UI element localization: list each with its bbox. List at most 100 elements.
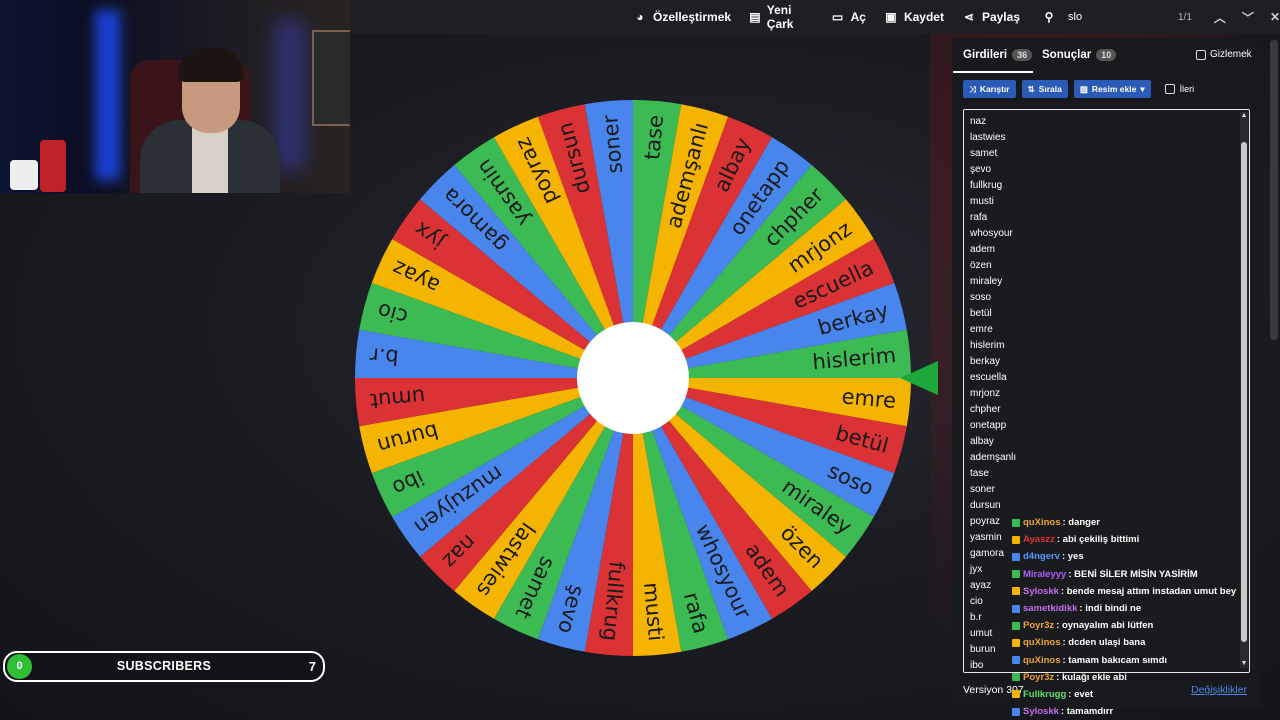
new-wheel-label: Yeni Çark <box>766 3 794 31</box>
chat-message: quXinos: dcden ulaşi bana <box>1012 634 1272 651</box>
chevron-down-icon[interactable]: ﹀ <box>1242 9 1254 26</box>
palette-icon: ◕ <box>636 10 644 24</box>
shuffle-label: Karıştır <box>979 84 1010 94</box>
chat-username: sametkidikk <box>1023 602 1078 614</box>
wheel-segment-label: tase <box>640 114 668 161</box>
chat-username: quXinos <box>1023 654 1061 666</box>
chat-message: quXinos: danger <box>1012 514 1272 531</box>
entry-line: albay <box>970 436 994 447</box>
wheel-segment-label: umut <box>369 384 426 413</box>
entry-line: hislerim <box>970 340 1005 351</box>
hide-checkbox[interactable] <box>1196 49 1206 60</box>
chat-badge-icon <box>1012 518 1020 527</box>
chevron-up-icon[interactable]: ︿ <box>1214 9 1226 26</box>
add-image-button[interactable]: ▨ Resim ekle ▾ <box>1073 80 1151 98</box>
close-icon[interactable]: ✕ <box>1270 10 1280 24</box>
entry-line: chpher <box>970 404 1001 415</box>
wheel-segment-label: musti <box>639 581 668 642</box>
save-button[interactable]: ▣ Kaydet <box>884 10 944 24</box>
shuffle-icon: ⤨ <box>969 83 976 94</box>
entry-line: whosyour <box>970 228 1013 239</box>
entry-line: ibo <box>970 660 984 671</box>
entry-line: poyraz <box>970 516 1001 527</box>
spin-wheel[interactable]: emrebetülsosomiraleyözenademwhosyourrafa… <box>355 100 911 656</box>
entry-line: tase <box>970 468 989 479</box>
chat-message: quXinos: tamam bakıcam sımdı <box>1012 652 1272 669</box>
entry-line: naz <box>970 116 987 127</box>
sort-icon: ⇅ <box>1027 83 1035 94</box>
shuffle-button[interactable]: ⤨ Karıştır <box>963 80 1016 98</box>
entry-line: mrjonz <box>970 388 1001 399</box>
entry-line: escuella <box>970 372 1007 383</box>
chat-username: d4ngerv <box>1023 551 1060 563</box>
chat-badge-icon <box>1012 690 1020 699</box>
entry-line: ayaz <box>970 580 992 591</box>
chat-username: Poyr3z <box>1023 620 1055 632</box>
wheel-pointer <box>900 361 938 395</box>
wheel-segment-label: soner <box>598 114 627 175</box>
search-input[interactable] <box>1066 10 1160 24</box>
hide-toggle[interactable]: Gizlemek <box>1196 49 1252 60</box>
scroll-up-icon[interactable]: ▲ <box>1240 112 1248 120</box>
entries-list: naz lastwies samet şevo fullkrug musti rafa who… <box>970 114 1016 672</box>
active-tab-indicator <box>953 71 1033 73</box>
sort-button[interactable]: ⇅ Sırala <box>1021 80 1068 98</box>
chat-message: Fullkrugg: evet <box>1012 686 1272 703</box>
webcam-overlay <box>0 0 350 193</box>
open-label: Aç <box>850 10 866 24</box>
chat-message: d4ngerv: yes <box>1012 548 1272 565</box>
chat-text: : oynayalım abi lütfen <box>1056 620 1154 632</box>
chat-badge-icon <box>1012 535 1020 544</box>
page-scrollbar[interactable] <box>1270 40 1278 340</box>
advanced-checkbox[interactable] <box>1164 84 1175 94</box>
chat-username: quXinos <box>1023 517 1061 528</box>
chat-message: sametkidikk: indi bindi ne <box>1012 600 1272 617</box>
chat-text: : indi bindi ne <box>1079 602 1142 614</box>
entry-line: musti <box>970 196 994 207</box>
entry-line: emre <box>970 324 993 335</box>
entry-line: lastwies <box>970 132 1006 143</box>
share-button[interactable]: ⋖ Paylaş <box>962 10 1020 24</box>
new-wheel-button[interactable]: ▤ Yeni Çark <box>749 3 813 31</box>
wheel-segment-label: emre <box>841 384 897 413</box>
find-bar: ⚲ <box>1042 10 1160 24</box>
entry-line: umut <box>970 628 993 639</box>
entry-line: cio <box>970 596 983 607</box>
chat-badge-icon <box>1012 707 1020 716</box>
tab-entries-count: 36 <box>1012 49 1033 61</box>
open-button[interactable]: ▭ Aç <box>831 10 866 24</box>
chat-username: Fullkrugg <box>1023 688 1067 700</box>
wheel-center[interactable] <box>577 322 689 434</box>
chat-text: : bende mesaj attım instadan umut bey <box>1060 585 1237 597</box>
tab-results[interactable]: Sonuçlar 10 <box>1042 49 1117 61</box>
entry-line: b.r <box>970 612 982 623</box>
entry-line: berkay <box>970 356 1001 367</box>
entry-line: yasmin <box>970 532 1002 543</box>
entry-line: şevo <box>970 164 992 175</box>
share-label: Paylaş <box>981 10 1020 24</box>
chat-badge-icon <box>1012 638 1020 647</box>
chat-badge-icon <box>1012 552 1020 561</box>
chat-badge-icon <box>1012 604 1020 613</box>
chat-text: : tamamdırr <box>1060 706 1114 718</box>
chat-text: : tamam bakıcam sımdı <box>1062 654 1168 666</box>
entry-line: jyx <box>970 564 983 575</box>
chat-username: Poyr3z <box>1023 671 1055 683</box>
entry-line: adem <box>970 244 996 255</box>
advanced-toggle[interactable]: İleri <box>1164 84 1194 94</box>
entry-line: gamora <box>970 548 1004 559</box>
tab-entries[interactable]: Girdileri 36 <box>963 49 1033 61</box>
chat-message: Ayaszz: abi çekiliş bittimi <box>1012 531 1272 548</box>
stream-chat-overlay: quXinos: danger Ayaszz: abi çekiliş bitti… <box>1012 514 1272 720</box>
entry-line: soner <box>970 484 996 495</box>
customize-button[interactable]: ◕ Özelleştirmek <box>633 10 731 24</box>
hide-label: Gizlemek <box>1210 49 1252 60</box>
chat-badge-icon <box>1012 570 1020 579</box>
entry-line: soso <box>970 292 992 303</box>
top-toolbar: ◕ Özelleştirmek ▤ Yeni Çark ▭ Aç ▣ Kayde… <box>350 0 1280 34</box>
entry-line: betül <box>970 308 992 319</box>
chat-message: Miraleyyy: BENİ SİLER MİSİN YASİRİM <box>1012 566 1272 583</box>
chat-text: : kulağı ekle abi <box>1056 671 1127 683</box>
add-image-label: Resim ekle <box>1091 84 1137 94</box>
chat-username: Miraleyyy <box>1023 568 1067 580</box>
